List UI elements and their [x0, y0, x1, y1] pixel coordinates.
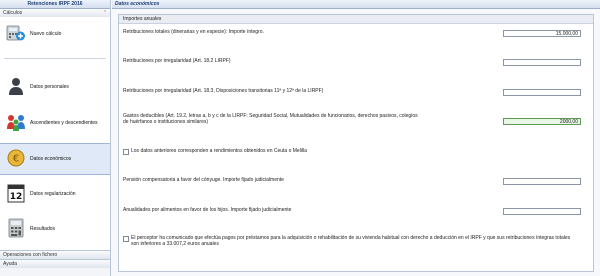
euro-coin-icon: €: [7, 149, 25, 167]
sidebar: Retenciones IRPF 2016 Cálculos ⌃ Nuevo c…: [0, 0, 111, 276]
person-icon: [9, 78, 23, 95]
sidebar-item-label: Datos regularización: [30, 191, 76, 197]
svg-text:12: 12: [10, 192, 23, 202]
anualidades-hijos-label: Anualidades por alimentos en favor de lo…: [123, 207, 292, 213]
sidebar-item-label: Nuevo cálculo: [30, 31, 62, 37]
sidebar-item-label: Resultados: [30, 226, 56, 232]
main-content: Datos económicos Importes anuales Retrib…: [112, 0, 600, 276]
irregularidad-18-3-field[interactable]: [503, 89, 581, 96]
irregularidad-18-3-label: Retribuciones por irregularidad (Art. 18…: [123, 88, 324, 94]
panel-header: Importes anuales: [119, 15, 593, 24]
svg-text:€: €: [13, 154, 19, 165]
sidebar-item-label: Datos económicos: [30, 156, 72, 162]
section-header-operaciones-fichero[interactable]: Operaciones con fichero: [0, 250, 110, 259]
sidebar-item-datos-regularizacion[interactable]: 12 Datos regularización: [0, 179, 110, 209]
retribuciones-totales-label: Retribuciones totales (dinerarias y en e…: [123, 29, 264, 35]
irregularidad-18-2-label: Retribuciones por irregularidad (Art. 18…: [123, 58, 231, 64]
ceuta-melilla-label: Los datos anteriores corresponden a rend…: [131, 148, 307, 154]
app-title: Retenciones IRPF 2016: [0, 0, 110, 9]
importes-anuales-panel: Importes anuales Retribuciones totales (…: [118, 14, 594, 272]
gastos-deducibles-field[interactable]: 2000,00: [503, 118, 581, 125]
calculator-icon: [8, 218, 24, 238]
sidebar-item-resultados[interactable]: Resultados: [0, 214, 110, 244]
pension-conyuge-label: Pensión compensatoria a favor del cónyug…: [123, 177, 284, 183]
section-header-ayuda[interactable]: Ayuda: [0, 259, 110, 268]
anualidades-hijos-field[interactable]: [503, 208, 581, 215]
sidebar-item-nuevo-calculo[interactable]: Nuevo cálculo: [0, 19, 110, 49]
prestamo-vivienda-label: El perceptor ha comunicado que efectúa p…: [131, 235, 571, 247]
sidebar-item-ascendientes-descendientes[interactable]: Ascendientes y descendientes: [0, 108, 110, 138]
pension-conyuge-field[interactable]: [503, 178, 581, 185]
section-header-label: Cálculos: [3, 10, 23, 16]
page-title: Datos económicos: [112, 0, 600, 9]
sidebar-item-datos-personales[interactable]: Datos personales: [0, 72, 110, 102]
divider: [4, 58, 106, 59]
gastos-deducibles-label: Gastos deducibles (Art. 19.2, letras a, …: [123, 113, 418, 125]
prestamo-vivienda-checkbox[interactable]: [123, 236, 129, 242]
sidebar-item-datos-economicos[interactable]: € Datos económicos: [0, 143, 110, 175]
calendar-12-icon: 12: [7, 184, 25, 203]
sidebar-list: Nuevo cálculo Datos personales Ascendien…: [0, 17, 110, 254]
family-icon: [7, 115, 25, 131]
sidebar-item-label: Ascendientes y descendientes: [30, 120, 98, 126]
retribuciones-totales-field[interactable]: 15.000,00: [503, 30, 581, 37]
ceuta-melilla-checkbox[interactable]: [123, 149, 129, 155]
calculator-plus-icon: [6, 25, 25, 41]
irregularidad-18-2-field[interactable]: [503, 59, 581, 66]
sidebar-item-label: Datos personales: [30, 84, 69, 90]
